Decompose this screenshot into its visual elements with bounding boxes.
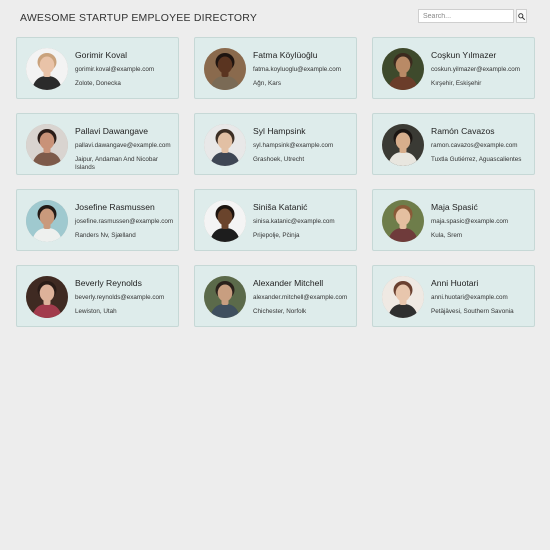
employee-email: pallavi.dawangave@example.com [75,142,171,149]
employee-info: Coşkun Yılmazer coskun.yilmazer@example.… [431,50,533,88]
employee-avatar [204,124,246,166]
employee-card[interactable]: Maja Spasić maja.spasic@example.com Kula… [372,189,535,251]
page-title: AWESOME STARTUP EMPLOYEE DIRECTORY [20,12,258,24]
employee-name: Syl Hampsink [253,126,306,136]
employee-info: Syl Hampsink syl.hampsink@example.com Gr… [253,126,355,164]
employee-avatar [26,276,68,318]
employee-avatar [382,200,424,242]
employee-info: Fatma Köylüoğlu fatma.koyluoglu@example.… [253,50,355,88]
employee-location: Jaipur, Andaman And Nicobar Islands [75,156,158,171]
employee-email: coskun.yilmazer@example.com [431,66,520,73]
page-header: AWESOME STARTUP EMPLOYEE DIRECTORY [0,0,550,34]
employee-email: anni.huotari@example.com [431,294,508,301]
employee-name: Fatma Köylüoğlu [253,50,318,60]
employee-name: Josefine Rasmussen [75,202,155,212]
employee-card[interactable]: Coşkun Yılmazer coskun.yilmazer@example.… [372,37,535,99]
search-input[interactable] [418,9,514,23]
employee-info: Ramón Cavazos ramon.cavazos@example.com … [431,126,533,164]
employee-info: Alexander Mitchell alexander.mitchell@ex… [253,278,355,316]
employee-location: Kula, Srem [431,232,463,239]
employee-name: Alexander Mitchell [253,278,324,288]
employee-card[interactable]: Anni Huotari anni.huotari@example.com Pe… [372,265,535,327]
employee-avatar [382,124,424,166]
employee-info: Josefine Rasmussen josefine.rasmussen@ex… [75,202,177,240]
employee-name: Ramón Cavazos [431,126,495,136]
employee-card[interactable]: Beverly Reynolds beverly.reynolds@exampl… [16,265,179,327]
employee-name: Pallavi Dawangave [75,126,149,136]
employee-email: syl.hampsink@example.com [253,142,334,149]
employee-avatar [204,200,246,242]
employee-email: fatma.koyluoglu@example.com [253,66,341,73]
employee-location: Grashoek, Utrecht [253,156,305,163]
employee-info: Gorimir Koval gorimir.koval@example.com … [75,50,177,88]
employee-email: beverly.reynolds@example.com [75,294,165,301]
employee-card[interactable]: Alexander Mitchell alexander.mitchell@ex… [194,265,357,327]
employee-info: Anni Huotari anni.huotari@example.com Pe… [431,278,533,316]
employee-avatar [204,48,246,90]
employee-info: Pallavi Dawangave pallavi.dawangave@exam… [75,126,177,172]
employee-avatar [26,200,68,242]
employee-card[interactable]: Gorimir Koval gorimir.koval@example.com … [16,37,179,99]
employee-location: Tuxtla Gutiérrez, Aguascalientes [431,156,522,163]
employee-card[interactable]: Ramón Cavazos ramon.cavazos@example.com … [372,113,535,175]
employee-card[interactable]: Syl Hampsink syl.hampsink@example.com Gr… [194,113,357,175]
employee-card[interactable]: Fatma Köylüoğlu fatma.koyluoglu@example.… [194,37,357,99]
employee-location: Kırşehir, Eskişehir [431,80,482,87]
employee-avatar [26,124,68,166]
employee-card[interactable]: Pallavi Dawangave pallavi.dawangave@exam… [16,113,179,175]
employee-email: maja.spasic@example.com [431,218,509,225]
employee-name: Siniša Katanić [253,202,308,212]
employee-avatar [26,48,68,90]
employee-name: Coşkun Yılmazer [431,50,497,60]
employee-info: Beverly Reynolds beverly.reynolds@exampl… [75,278,177,316]
employee-avatar [382,48,424,90]
employee-location: Petäjävesi, Southern Savonia [431,308,514,315]
employee-name: Gorimir Koval [75,50,128,60]
employee-email: alexander.mitchell@example.com [253,294,348,301]
employee-location: Ağrı, Kars [253,80,281,87]
employee-name: Anni Huotari [431,278,479,288]
employee-card[interactable]: Josefine Rasmussen josefine.rasmussen@ex… [16,189,179,251]
search-button[interactable] [516,9,527,23]
employee-location: Chichester, Norfolk [253,308,307,315]
employee-location: Lewiston, Utah [75,308,117,315]
magnifier-icon [518,12,525,20]
employee-location: Prijepolje, Pčinja [253,232,300,239]
employee-email: sinisa.katanic@example.com [253,218,335,225]
employee-email: ramon.cavazos@example.com [431,142,518,149]
employee-name: Maja Spasić [431,202,478,212]
employee-email: gorimir.koval@example.com [75,66,155,73]
employee-info: Maja Spasić maja.spasic@example.com Kula… [431,202,533,240]
employee-avatar [204,276,246,318]
employee-card[interactable]: Siniša Katanić sinisa.katanic@example.co… [194,189,357,251]
employee-grid: Gorimir Koval gorimir.koval@example.com … [16,37,535,327]
employee-location: Randers Nv, Sjælland [75,232,136,239]
employee-email: josefine.rasmussen@example.com [75,218,174,225]
employee-location: Zolote, Donecka [75,80,121,87]
employee-info: Siniša Katanić sinisa.katanic@example.co… [253,202,355,240]
employee-name: Beverly Reynolds [75,278,142,288]
employee-avatar [382,276,424,318]
